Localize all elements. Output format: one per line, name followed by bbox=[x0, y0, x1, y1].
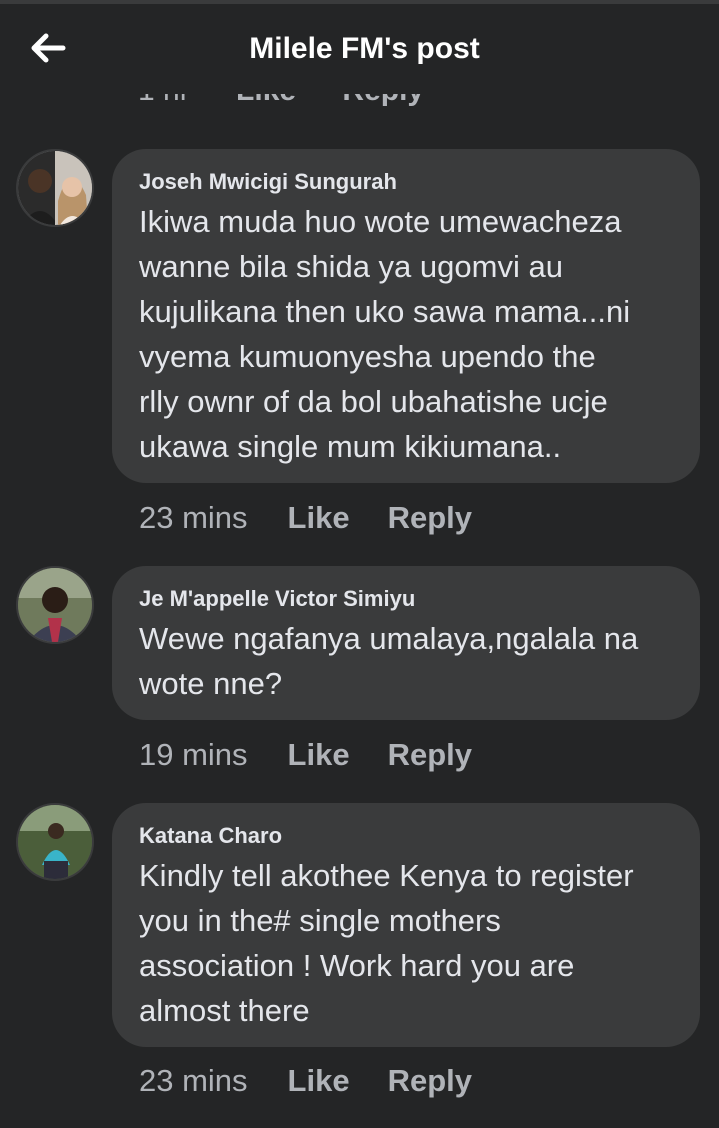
comment-line: association ! Work hard you are bbox=[139, 948, 575, 983]
comment-timestamp[interactable]: 23 mins bbox=[139, 1063, 248, 1098]
comment-line: wote nne? bbox=[139, 666, 283, 701]
comment-line: vyema kumuonyesha upendo the bbox=[139, 339, 596, 374]
comment-text: Ikiwa muda huo wote umewacheza wanne bil… bbox=[139, 199, 676, 469]
comment-line: rlly ownr of da bol ubahatishe ucje bbox=[139, 384, 608, 419]
comment-timestamp[interactable]: 19 mins bbox=[139, 737, 248, 772]
comment-line: almost there bbox=[139, 993, 310, 1028]
avatar[interactable] bbox=[16, 149, 94, 227]
comment-line: kujulikana then uko sawa mama...ni bbox=[139, 294, 631, 329]
comment-text: Wewe ngafanya umalaya,ngalala na wote nn… bbox=[139, 616, 676, 706]
comment-author[interactable]: Katana Charo bbox=[139, 821, 676, 851]
reply-button[interactable]: Reply bbox=[388, 737, 472, 772]
like-button[interactable]: Like bbox=[288, 500, 350, 535]
comment-line: Wewe ngafanya umalaya,ngalala na bbox=[139, 621, 639, 656]
avatar[interactable] bbox=[16, 566, 94, 644]
header-bar: Milele FM's post bbox=[0, 4, 719, 94]
comment-line: ukawa single mum kikiumana.. bbox=[139, 429, 562, 464]
comment-line: Ikiwa muda huo wote umewacheza bbox=[139, 204, 622, 239]
comment-actions: 19 mins Like Reply bbox=[139, 737, 510, 773]
comment-text: Kindly tell akothee Kenya to register yo… bbox=[139, 853, 676, 1033]
comment-line: Kindly tell akothee Kenya to register bbox=[139, 858, 634, 893]
comment-actions: 23 mins Like Reply bbox=[139, 500, 510, 536]
avatar[interactable] bbox=[16, 803, 94, 881]
comment-bubble[interactable]: Joseh Mwicigi Sungurah Ikiwa muda huo wo… bbox=[112, 149, 700, 483]
comment-timestamp[interactable]: 23 mins bbox=[139, 500, 248, 535]
comment-bubble[interactable]: Je M'appelle Victor Simiyu Wewe ngafanya… bbox=[112, 566, 700, 720]
like-button[interactable]: Like bbox=[288, 737, 350, 772]
comment-actions: 23 mins Like Reply bbox=[139, 1063, 510, 1099]
comment-author[interactable]: Je M'appelle Victor Simiyu bbox=[139, 584, 676, 614]
reply-button[interactable]: Reply bbox=[388, 500, 472, 535]
comment-bubble[interactable]: Katana Charo Kindly tell akothee Kenya t… bbox=[112, 803, 700, 1047]
reply-button[interactable]: Reply bbox=[388, 1063, 472, 1098]
comment-author[interactable]: Joseh Mwicigi Sungurah bbox=[139, 167, 676, 197]
page-title: Milele FM's post bbox=[249, 32, 480, 65]
comment-line: you in the# single mothers bbox=[139, 903, 501, 938]
like-button[interactable]: Like bbox=[288, 1063, 350, 1098]
comment-line: wanne bila shida ya ugomvi au bbox=[139, 249, 563, 284]
